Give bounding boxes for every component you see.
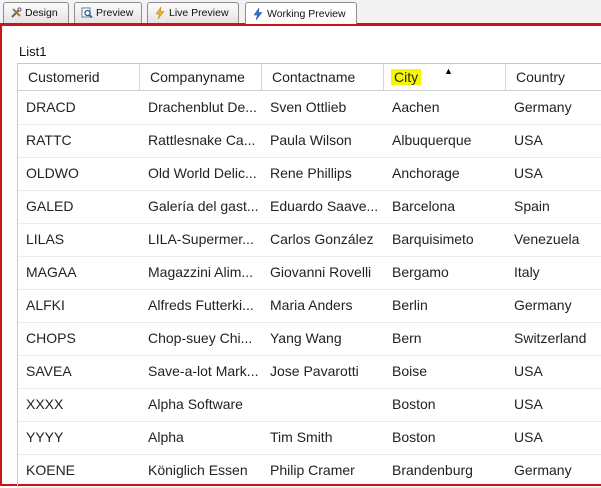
cell-country: Germany [514,297,572,313]
column-header-label-highlighted: City [391,69,422,85]
grid-header: Customerid Companyname Contactname City … [18,64,601,91]
cell-customerid: GALED [26,198,74,214]
cell-contactname: Giovanni Rovelli [270,264,372,280]
cell-city: Bergamo [392,264,449,280]
preview-magnifier-icon [81,7,93,19]
cell-contactname: Philip Cramer [270,462,355,478]
table-row[interactable]: LILAS LILA-Supermer... Carlos González Barq… [18,223,601,257]
cell-customerid: LILAS [26,231,65,247]
tab-design[interactable]: Design [3,2,69,23]
cell-city: Aachen [392,99,440,115]
cell-contactname: Maria Anders [270,297,353,313]
cell-companyname: Alpha [148,429,184,445]
cell-country: Germany [514,462,572,478]
cell-contactname: Jose Pavarotti [270,363,359,379]
cell-companyname: Alpha Software [148,396,243,412]
cell-city: Boston [392,429,436,445]
table-row[interactable]: CHOPS Chop-suey Chi... Yang Wang Bern Switze… [18,322,601,356]
column-header-companyname[interactable]: Companyname [140,64,262,90]
design-tools-icon [10,7,22,19]
cell-city: Boston [392,396,436,412]
cell-country: USA [514,429,543,445]
cell-city: Barquisimeto [392,231,474,247]
list-title: List1 [19,44,47,59]
sort-ascending-icon[interactable]: ▲ [444,67,453,76]
tab-preview-label: Preview [96,7,134,19]
cell-contactname: Eduardo Saave... [270,198,379,214]
column-header-label: Contactname [272,69,356,85]
cell-country: Venezuela [514,231,580,247]
cell-customerid: KOENE [26,462,76,478]
tab-bar: Design Preview Live Preview Working Prev… [0,0,601,26]
tab-working-preview[interactable]: Working Preview [245,2,357,24]
cell-country: USA [514,396,543,412]
tab-live-preview[interactable]: Live Preview [147,2,239,23]
table-row[interactable]: MAGAA Magazzini Alim... Giovanni Rovelli Be… [18,256,601,290]
column-header-label: Companyname [150,69,245,85]
cell-country: Switzerland [514,330,587,346]
cell-country: USA [514,363,543,379]
table-row[interactable]: KOENE Königlich Essen Philip Cramer Branden… [18,454,601,488]
cell-customerid: OLDWO [26,165,79,181]
cell-companyname: LILA-Supermer... [148,231,254,247]
column-header-country[interactable]: Country [506,64,601,90]
cell-city: Barcelona [392,198,456,214]
table-row[interactable]: SAVEA Save-a-lot Mark... Jose Pavarotti Boi… [18,355,601,389]
column-header-label: Country [516,69,566,85]
table-row[interactable]: GALED Galería del gast... Eduardo Saave...… [18,190,601,224]
cell-contactname: Paula Wilson [270,132,352,148]
cell-companyname: Rattlesnake Ca... [148,132,256,148]
cell-companyname: Magazzini Alim... [148,264,254,280]
cell-contactname: Carlos González [270,231,374,247]
cell-city: Bern [392,330,422,346]
column-header-contactname[interactable]: Contactname [262,64,384,90]
cell-city: Anchorage [392,165,460,181]
table-row[interactable]: YYYY Alpha Tim Smith Boston USA [18,421,601,455]
cell-city: Albuquerque [392,132,472,148]
cell-contactname: Yang Wang [270,330,342,346]
cell-companyname: Old World Delic... [148,165,257,181]
cell-customerid: MAGAA [26,264,77,280]
cell-companyname: Save-a-lot Mark... [148,363,259,379]
cell-country: Germany [514,99,572,115]
column-header-customerid[interactable]: Customerid [18,64,140,90]
tab-working-preview-label: Working Preview [267,7,346,20]
cell-customerid: DRACD [26,99,76,115]
cell-customerid: RATTC [26,132,72,148]
data-grid: Customerid Companyname Contactname City … [17,63,601,488]
table-row[interactable]: XXXX Alpha Software Boston USA [18,388,601,422]
cell-country: USA [514,132,543,148]
tab-design-label: Design [25,7,58,19]
table-row[interactable]: ALFKI Alfreds Futterki... Maria Anders Berl… [18,289,601,323]
cell-customerid: XXXX [26,396,64,412]
cell-country: Italy [514,264,540,280]
tab-preview[interactable]: Preview [74,2,142,23]
cell-city: Brandenburg [392,462,473,478]
table-row[interactable]: OLDWO Old World Delic... Rene Phillips Anch… [18,157,601,191]
cell-country: Spain [514,198,550,214]
lightning-icon [252,7,264,20]
cell-city: Berlin [392,297,428,313]
cell-country: USA [514,165,543,181]
cell-contactname: Rene Phillips [270,165,352,181]
table-row[interactable]: DRACD Drachenblut De... Sven Ottlieb Aachen… [18,91,601,125]
cell-companyname: Königlich Essen [148,462,248,478]
cell-companyname: Drachenblut De... [148,99,257,115]
cell-contactname: Sven Ottlieb [270,99,347,115]
cell-contactname: Tim Smith [270,429,333,445]
cell-contactname [262,388,384,421]
cell-companyname: Alfreds Futterki... [148,297,254,313]
column-header-label: Customerid [28,69,100,85]
cell-city: Boise [392,363,428,379]
cell-companyname: Galería del gast... [148,198,259,214]
cell-customerid: CHOPS [26,330,76,346]
cell-customerid: ALFKI [26,297,65,313]
lightning-icon [154,7,166,19]
cell-customerid: SAVEA [26,363,72,379]
table-row[interactable]: RATTC Rattlesnake Ca... Paula Wilson Albuqu… [18,124,601,158]
cell-companyname: Chop-suey Chi... [148,330,253,346]
cell-customerid: YYYY [26,429,64,445]
tab-live-preview-label: Live Preview [169,7,229,19]
